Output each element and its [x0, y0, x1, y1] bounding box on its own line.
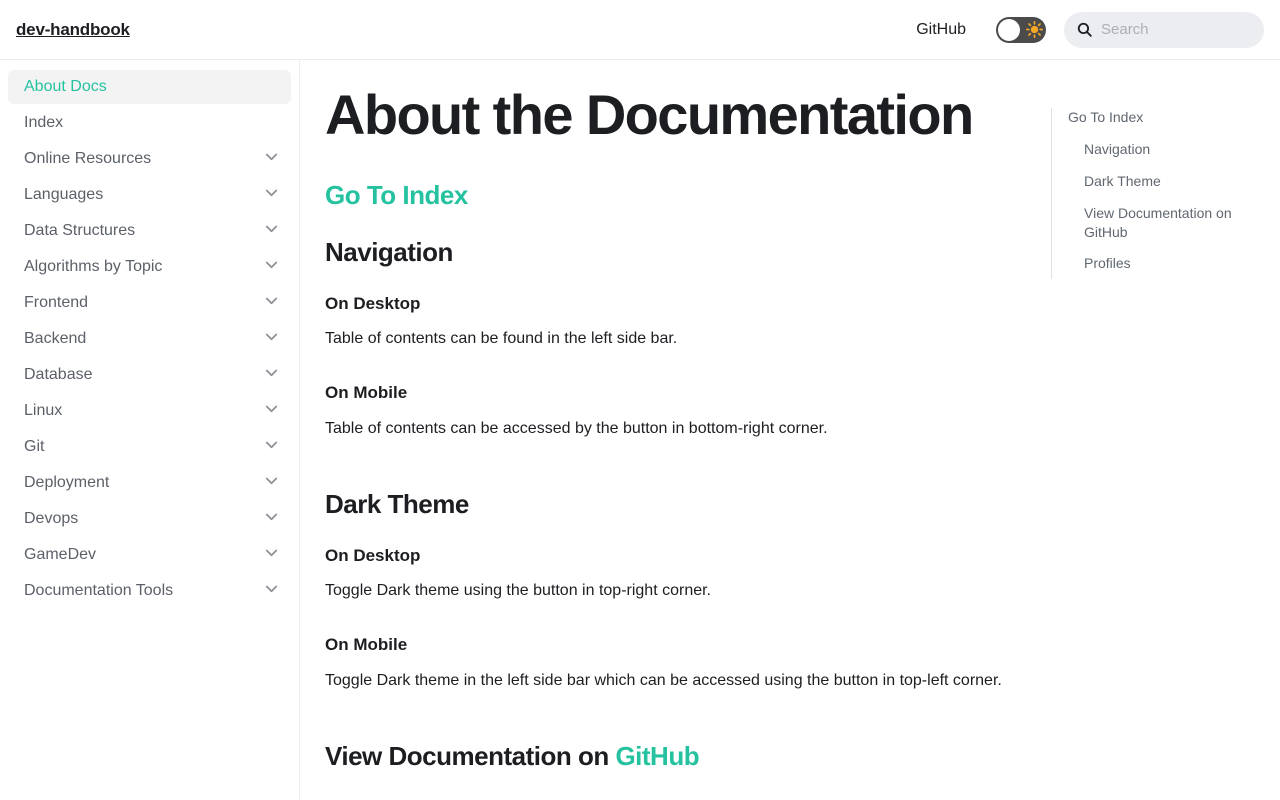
main-content: About the Documentation Go To Index Navi…: [301, 60, 1280, 800]
sidebar-item-linux[interactable]: Linux: [8, 394, 291, 428]
toc-item-go-to-index[interactable]: Go To Index: [1068, 108, 1266, 127]
view-docs-heading: View Documentation on GitHub: [325, 741, 1041, 772]
sidebar-item-label: Index: [24, 114, 64, 131]
sidebar-item-label: GameDev: [24, 546, 97, 563]
sidebar-item-label: Languages: [24, 186, 104, 203]
sidebar-item-label: Online Resources: [24, 150, 152, 167]
chevron-down-icon: [262, 147, 281, 171]
sidebar-item-languages[interactable]: Languages: [8, 178, 291, 212]
page-title: About the Documentation: [325, 83, 974, 146]
theme-toggle-button[interactable]: [996, 16, 1046, 43]
chevron-down-icon: [262, 579, 281, 603]
navigation-heading: Navigation: [325, 236, 453, 267]
sidebar-item-label: Devops: [24, 510, 79, 527]
dark-theme-heading: Dark Theme: [325, 488, 469, 519]
chevron-down-icon: [262, 255, 281, 279]
chevron-down-icon: [262, 543, 281, 567]
sidebar-item-label: Documentation Tools: [24, 582, 174, 599]
search-input[interactable]: [1101, 21, 1252, 38]
chevron-down-icon: [262, 435, 281, 459]
dark-theme-desktop-heading: On Desktop: [325, 545, 421, 565]
sidebar-item-label: Data Structures: [24, 222, 136, 239]
sidebar-item-label: Algorithms by Topic: [24, 258, 163, 275]
dark-theme-mobile-text: Toggle Dark theme in the left side bar w…: [325, 671, 1002, 689]
sidebar-item-gamedev[interactable]: GameDev: [8, 538, 291, 572]
go-to-index-link[interactable]: Go To Index: [325, 180, 468, 210]
sun-icon: [1025, 21, 1043, 39]
table-of-contents: Go To Index Navigation Dark Theme View D…: [1051, 108, 1266, 280]
search-box[interactable]: [1064, 11, 1264, 48]
sidebar-item-algorithms-by-topic[interactable]: Algorithms by Topic: [8, 250, 291, 284]
sidebar-item-about-docs[interactable]: About Docs: [8, 70, 291, 104]
sidebar-item-documentation-tools[interactable]: Documentation Tools: [8, 574, 291, 608]
sidebar-item-database[interactable]: Database: [8, 358, 291, 392]
toc-item-view-documentation-on-github[interactable]: View Documentation on GitHub: [1068, 204, 1266, 242]
chevron-down-icon: [262, 471, 281, 495]
chevron-down-icon: [262, 363, 281, 387]
go-to-index-heading: Go To Index: [325, 180, 1041, 211]
navigation-desktop-heading: On Desktop: [325, 293, 421, 313]
toc-item-navigation[interactable]: Navigation: [1068, 140, 1266, 159]
sidebar-item-frontend[interactable]: Frontend: [8, 286, 291, 320]
chevron-down-icon: [262, 399, 281, 423]
site-brand[interactable]: dev-handbook: [16, 20, 130, 40]
chevron-down-icon: [262, 507, 281, 531]
sidebar-item-data-structures[interactable]: Data Structures: [8, 214, 291, 248]
sidebar-item-label: Backend: [24, 330, 87, 347]
sidebar-item-label: Linux: [24, 402, 63, 419]
view-docs-github-link[interactable]: GitHub: [615, 741, 699, 771]
chevron-down-icon: [262, 327, 281, 351]
dark-theme-desktop-text: Toggle Dark theme using the button in to…: [325, 582, 711, 600]
sidebar-item-deployment[interactable]: Deployment: [8, 466, 291, 500]
dark-theme-mobile-heading: On Mobile: [325, 635, 408, 655]
chevron-down-icon: [262, 291, 281, 315]
sidebar-item-label: About Docs: [24, 78, 107, 95]
sidebar-item-label: Database: [24, 366, 93, 383]
sidebar-item-label: Frontend: [24, 294, 89, 311]
navbar-right-group: GitHub: [904, 11, 1264, 48]
sidebar-item-git[interactable]: Git: [8, 430, 291, 464]
sidebar-item-backend[interactable]: Backend: [8, 322, 291, 356]
sidebar-item-online-resources[interactable]: Online Resources: [8, 142, 291, 176]
chevron-down-icon: [262, 183, 281, 207]
chevron-down-icon: [262, 219, 281, 243]
sidebar-item-label: Deployment: [24, 474, 110, 491]
search-icon: [1076, 21, 1093, 38]
sidebar-item-index[interactable]: Index: [8, 106, 291, 140]
view-docs-heading-prefix: View Documentation on: [325, 740, 616, 771]
navigation-desktop-text: Table of contents can be found in the le…: [325, 330, 678, 348]
navbar: dev-handbook GitHub: [0, 0, 1280, 60]
navigation-mobile-heading: On Mobile: [325, 383, 408, 403]
navigation-mobile-text: Table of contents can be accessed by the…: [325, 419, 828, 437]
theme-toggle-knob: [998, 18, 1020, 41]
sidebar-item-devops[interactable]: Devops: [8, 502, 291, 536]
doc-article: About the Documentation Go To Index Navi…: [301, 60, 1041, 800]
toc-item-profiles[interactable]: Profiles: [1068, 254, 1266, 273]
sidebar-item-label: Git: [24, 438, 45, 455]
toc-item-dark-theme[interactable]: Dark Theme: [1068, 172, 1266, 191]
navbar-github-link[interactable]: GitHub: [904, 21, 978, 38]
sidebar: About Docs Index Online Resources Langua…: [0, 60, 300, 800]
